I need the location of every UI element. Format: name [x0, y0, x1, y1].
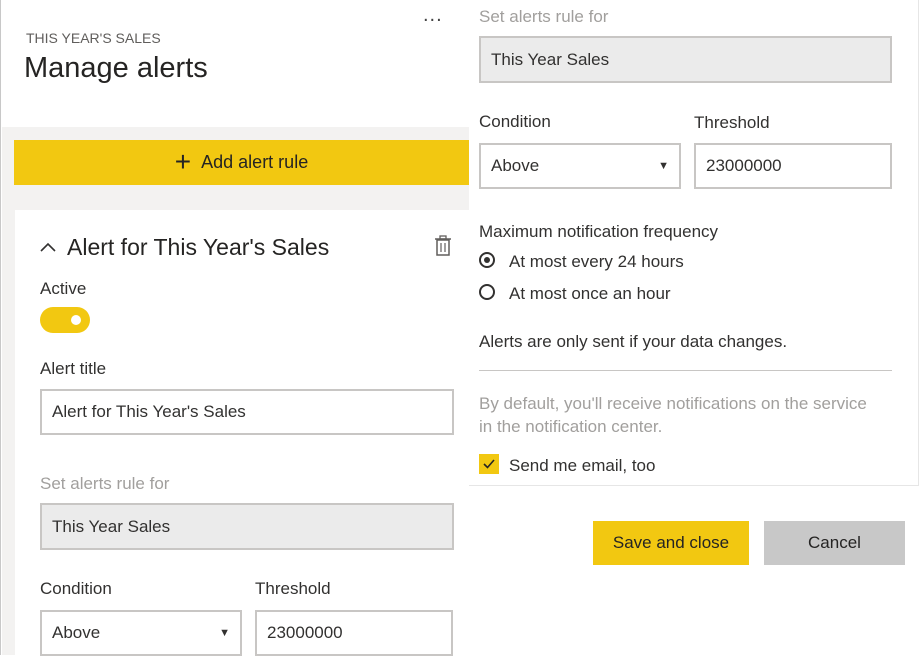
dropdown-arrow-icon: ▼ — [219, 627, 230, 639]
panel-rule-for-label: Set alerts rule for — [479, 7, 609, 26]
panel-rule-for-field: This Year Sales — [479, 36, 892, 83]
more-options-icon[interactable]: ... — [423, 4, 443, 27]
frequency-24h-label[interactable]: At most every 24 hours — [509, 252, 684, 272]
alert-title-value: Alert for This Year's Sales — [52, 402, 246, 421]
page-title: Manage alerts — [24, 52, 208, 84]
rule-for-value: This Year Sales — [52, 516, 171, 536]
cancel-button[interactable]: Cancel — [764, 521, 905, 565]
frequency-24h-radio[interactable] — [479, 252, 495, 268]
email-label[interactable]: Send me email, too — [509, 456, 655, 476]
delete-icon[interactable] — [433, 235, 453, 257]
panel-rule-for-value: This Year Sales — [491, 49, 610, 69]
chevron-up-icon[interactable] — [39, 238, 57, 256]
panel-condition-value: Above — [491, 156, 540, 175]
panel-border — [0, 0, 1, 655]
info-text: Alerts are only sent if your data change… — [479, 332, 788, 351]
panel-threshold-input[interactable]: 23000000 — [694, 143, 892, 189]
panel-condition-select[interactable]: Above ▼ — [479, 143, 681, 189]
alert-title-label: Alert title — [40, 359, 107, 378]
save-and-close-button[interactable]: Save and close — [593, 521, 749, 565]
frequency-label: Maximum notification frequency — [479, 222, 719, 241]
active-toggle[interactable] — [40, 307, 90, 333]
rule-for-label: Set alerts rule for — [40, 474, 170, 493]
add-alert-rule-label: Add alert rule — [201, 152, 309, 172]
condition-value: Above — [52, 623, 101, 642]
dropdown-arrow-icon: ▼ — [658, 160, 669, 172]
panel-threshold-label: Threshold — [694, 113, 770, 132]
default-notification-text-1: By default, you'll receive notifications… — [479, 394, 867, 413]
panel-condition-label: Condition — [479, 112, 551, 131]
default-notification-text-2: in the notification center. — [479, 417, 663, 436]
rule-for-field: This Year Sales — [40, 503, 454, 550]
threshold-label: Threshold — [255, 579, 331, 598]
email-checkbox[interactable] — [479, 454, 499, 474]
frequency-hourly-label[interactable]: At most once an hour — [509, 284, 671, 304]
active-label: Active — [40, 279, 87, 298]
alert-heading: Alert for This Year's Sales — [67, 234, 330, 260]
panel-threshold-value: 23000000 — [706, 156, 782, 175]
add-alert-rule-button[interactable]: + Add alert rule — [14, 140, 469, 185]
threshold-value: 23000000 — [267, 623, 343, 642]
divider — [479, 370, 892, 371]
checkmark-icon — [483, 459, 495, 469]
toggle-knob — [71, 315, 81, 325]
plus-icon: + — [174, 145, 192, 177]
threshold-input[interactable]: 23000000 — [255, 610, 453, 656]
frequency-hourly-radio[interactable] — [479, 284, 495, 300]
condition-label: Condition — [40, 579, 112, 598]
page-subtitle: THIS YEAR'S SALES — [26, 30, 161, 46]
alert-title-input[interactable]: Alert for This Year's Sales — [40, 389, 454, 435]
condition-select[interactable]: Above ▼ — [40, 610, 242, 656]
